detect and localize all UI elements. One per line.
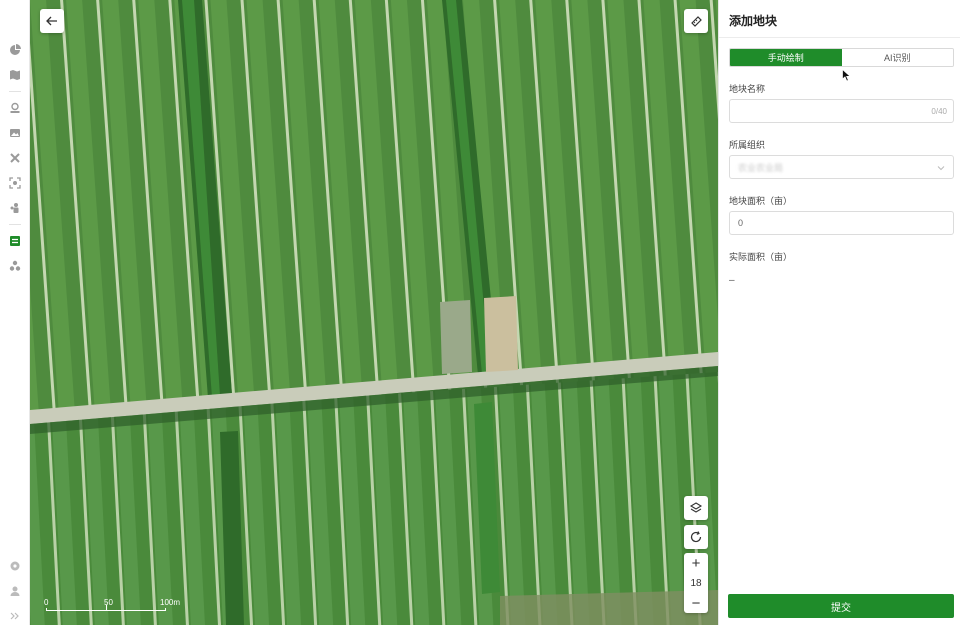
tools-icon[interactable] xyxy=(8,151,22,165)
pie-chart-icon[interactable] xyxy=(8,43,22,57)
ruler-icon xyxy=(691,16,702,27)
refresh-button[interactable] xyxy=(684,525,708,549)
measure-button[interactable] xyxy=(684,9,708,33)
scale-label-0: 0 xyxy=(44,598,49,607)
left-sidebar xyxy=(0,0,30,625)
plot-name-label: 地块名称 xyxy=(729,84,766,94)
image-icon[interactable] xyxy=(8,126,22,140)
layers-button[interactable] xyxy=(684,496,708,520)
plot-area-label: 地块面积（亩） xyxy=(729,196,793,206)
scale-tick xyxy=(106,605,107,610)
plot-area-value: 0 xyxy=(738,218,744,228)
actual-area-label: 实际面积（亩） xyxy=(729,252,793,262)
divider xyxy=(9,224,21,225)
scale-bar: 0 50 100m xyxy=(44,598,180,612)
mouse-cursor-icon xyxy=(842,69,851,82)
satellite-imagery xyxy=(30,0,718,625)
satellite-map[interactable]: + 18 − 0 50 100m xyxy=(30,0,718,625)
people-icon[interactable] xyxy=(8,201,22,215)
arrow-left-icon xyxy=(46,16,57,26)
tab-ai-recognition[interactable]: AI识别 xyxy=(841,49,953,66)
scan-icon[interactable] xyxy=(8,176,22,190)
add-plot-panel: 添加地块 手动绘制 AI识别 地块名称 0/40 所属组织 农业农业局 地块面积… xyxy=(718,0,960,625)
actual-area-value: – xyxy=(729,275,735,286)
char-counter: 0/40 xyxy=(931,107,947,116)
settings-icon[interactable] xyxy=(8,559,22,573)
refresh-icon xyxy=(690,531,702,543)
user-location-icon[interactable] xyxy=(8,101,22,115)
list-icon[interactable] xyxy=(8,234,22,248)
cluster-icon[interactable] xyxy=(8,259,22,273)
organization-value: 农业农业局 xyxy=(738,162,784,173)
chevron-down-icon xyxy=(937,166,945,171)
zoom-control: + 18 − xyxy=(684,553,708,613)
layers-icon xyxy=(689,502,703,513)
plot-area-input[interactable]: 0 xyxy=(729,211,954,235)
plot-name-input[interactable]: 0/40 xyxy=(729,99,954,123)
submit-button[interactable]: 提交 xyxy=(728,594,954,618)
scale-label-100: 100m xyxy=(160,598,181,607)
expand-icon[interactable] xyxy=(8,609,22,623)
draw-mode-switch: 手动绘制 AI识别 xyxy=(729,48,954,67)
zoom-out-button[interactable]: − xyxy=(684,593,708,613)
zoom-level: 18 xyxy=(690,577,702,589)
zoom-in-button[interactable]: + xyxy=(684,553,708,573)
organization-label: 所属组织 xyxy=(729,140,766,150)
tab-manual-draw[interactable]: 手动绘制 xyxy=(730,49,842,66)
map-icon[interactable] xyxy=(8,68,22,82)
organization-select[interactable]: 农业农业局 xyxy=(729,155,954,179)
user-icon[interactable] xyxy=(8,584,22,598)
panel-title: 添加地块 xyxy=(729,14,778,28)
divider xyxy=(719,37,960,38)
back-button[interactable] xyxy=(40,9,64,33)
divider xyxy=(9,91,21,92)
